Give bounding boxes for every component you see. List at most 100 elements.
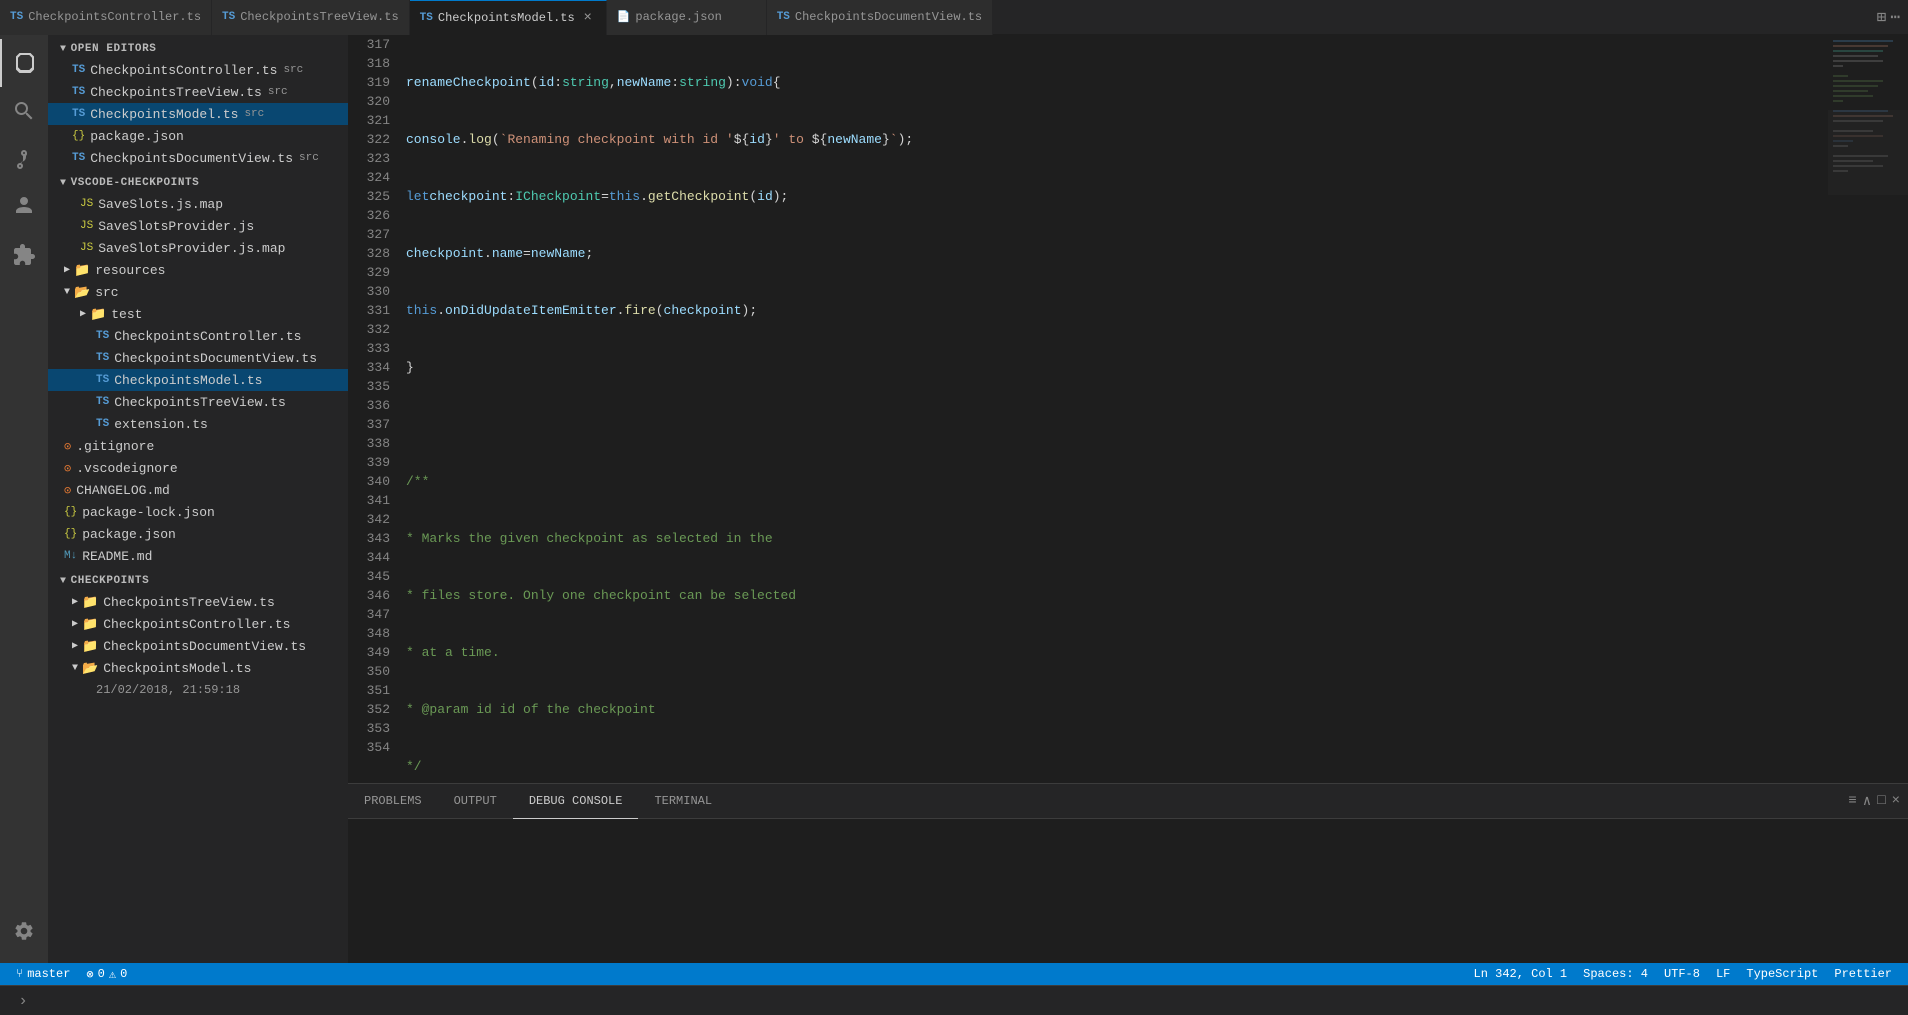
tab-checkpoints-controller[interactable]: TS CheckpointsController.ts [0, 0, 212, 35]
tab-checkpoints-document-view[interactable]: TS CheckpointsDocumentView.ts [767, 0, 993, 35]
activity-settings[interactable] [0, 907, 48, 955]
code-line-321: this.onDidUpdateItemEmitter.fire(checkpo… [406, 301, 1828, 320]
code-content[interactable]: renameCheckpoint(id: string, newName: st… [398, 35, 1828, 783]
sidebar-item-package-json-open[interactable]: {} package.json [48, 125, 348, 147]
sidebar-item-package-json[interactable]: {} package.json [48, 523, 348, 545]
sidebar-item-test[interactable]: ▶ 📁 test [48, 303, 348, 325]
bottom-nav: › [0, 985, 1908, 1015]
code-area[interactable]: 317 318 319 320 321 322 323 324 325 326 … [348, 35, 1908, 783]
checkpoint-controller-folder[interactable]: ▶ 📁 CheckpointsController.ts [48, 613, 348, 635]
ts-icon: TS [72, 86, 85, 98]
sidebar-item-resources[interactable]: ▶ 📁 resources [48, 259, 348, 281]
more-icon[interactable]: ⋯ [1890, 7, 1900, 27]
activity-search[interactable] [0, 87, 48, 135]
sidebar-item-package-lock[interactable]: {} package-lock.json [48, 501, 348, 523]
sidebar-item-saveslotsprovider-map[interactable]: JS SaveSlotsProvider.js.map [48, 237, 348, 259]
sidebar-item-checkpoints-tree-view-open[interactable]: TS CheckpointsTreeView.ts src [48, 81, 348, 103]
sidebar-item-saveslotsprovider[interactable]: JS SaveSlotsProvider.js [48, 215, 348, 237]
status-language[interactable]: TypeScript [1738, 967, 1826, 981]
sidebar-item-vscodeignore[interactable]: ⊙ .vscodeignore [48, 457, 348, 479]
ts-icon: TS [72, 64, 85, 76]
tab-checkpoints-tree-view[interactable]: TS CheckpointsTreeView.ts [212, 0, 410, 35]
tab-checkpoints-model[interactable]: TS CheckpointsModel.ts × [410, 0, 607, 35]
status-git-branch[interactable]: ⑂ master [8, 967, 78, 981]
code-line-323 [406, 415, 1828, 434]
bottom-nav-chevron[interactable]: › [8, 986, 38, 1015]
explorer-section: ▼ VSCODE-CHECKPOINTS JS SaveSlots.js.map… [48, 169, 348, 567]
checkpoint-document-view-folder[interactable]: ▶ 📁 CheckpointsDocumentView.ts [48, 635, 348, 657]
code-line-329: */ [406, 757, 1828, 776]
ts-icon: TS [72, 108, 85, 120]
item-label: package.json [90, 129, 184, 144]
status-line-ending[interactable]: LF [1708, 967, 1738, 981]
arrow-right-icon: ▶ [64, 264, 70, 276]
sidebar-item-checkpoints-document-view[interactable]: TS CheckpointsDocumentView.ts [48, 347, 348, 369]
sidebar-item-checkpoints-controller[interactable]: TS CheckpointsController.ts [48, 325, 348, 347]
activity-extensions[interactable] [0, 231, 48, 279]
sidebar-item-saveslots-map[interactable]: JS SaveSlots.js.map [48, 193, 348, 215]
maximize-icon[interactable]: □ [1877, 793, 1885, 809]
activity-git[interactable] [0, 135, 48, 183]
panel-tab-output[interactable]: OUTPUT [438, 784, 513, 819]
tab-close-icon[interactable]: × [580, 10, 596, 26]
item-label: CheckpointsTreeView.ts [90, 85, 262, 100]
folder-icon: 📁 [82, 639, 98, 654]
tab-actions: ⊞ ⋯ [1869, 7, 1908, 27]
vscode-icon: ⊙ [64, 461, 71, 476]
panel-tab-debug-console[interactable]: DEBUG CONSOLE [513, 784, 639, 819]
sidebar-item-extension[interactable]: TS extension.ts [48, 413, 348, 435]
warning-icon: ⚠ [109, 967, 116, 982]
panel-actions: ≡ ∧ □ × [1840, 793, 1908, 810]
arrow-right-icon: ▶ [80, 308, 86, 320]
ts-icon: TS [10, 11, 23, 23]
arrow-right-icon: ▶ [72, 618, 78, 630]
panel-content[interactable] [348, 819, 1908, 963]
sidebar-item-checkpoints-controller-open[interactable]: TS CheckpointsController.ts src [48, 59, 348, 81]
tab-label: CheckpointsTreeView.ts [240, 10, 398, 24]
sidebar-item-readme[interactable]: M↓ README.md [48, 545, 348, 567]
folder-icon: 📁 [82, 595, 98, 610]
panel-tab-problems[interactable]: PROBLEMS [348, 784, 438, 819]
activity-debug[interactable] [0, 183, 48, 231]
sidebar-item-checkpoints-model[interactable]: TS CheckpointsModel.ts [48, 369, 348, 391]
collapse-icon[interactable]: ∧ [1863, 793, 1871, 810]
status-encoding[interactable]: UTF-8 [1656, 967, 1708, 981]
sidebar-item-checkpoints-tree-view[interactable]: TS CheckpointsTreeView.ts [48, 391, 348, 413]
item-badge: src [268, 86, 288, 98]
sidebar-item-changelog[interactable]: ⊙ CHANGELOG.md [48, 479, 348, 501]
ts-icon: TS [96, 418, 109, 430]
folder-open-icon: 📂 [82, 661, 98, 676]
item-label: CheckpointsDocumentView.ts [90, 151, 293, 166]
ts-icon: TS [222, 11, 235, 23]
activity-files[interactable] [0, 39, 48, 87]
tab-label: CheckpointsDocumentView.ts [795, 10, 982, 24]
split-editor-icon[interactable]: ⊞ [1877, 7, 1887, 27]
sidebar-item-gitignore[interactable]: ⊙ .gitignore [48, 435, 348, 457]
checkpoint-date-item[interactable]: 21/02/2018, 21:59:18 [48, 679, 348, 701]
panel-tabs: PROBLEMS OUTPUT DEBUG CONSOLE TERMINAL ≡… [348, 784, 1908, 819]
tab-package-json[interactable]: 📄 package.json [607, 0, 767, 35]
git-icon: ⊙ [64, 439, 71, 454]
status-line-col[interactable]: Ln 342, Col 1 [1466, 967, 1576, 981]
status-errors[interactable]: ⊗ 0 ⚠ 0 [78, 967, 135, 982]
sidebar: ▼ OPEN EDITORS TS CheckpointsController.… [48, 35, 348, 963]
sidebar-item-checkpoints-document-view-open[interactable]: TS CheckpointsDocumentView.ts src [48, 147, 348, 169]
sidebar-item-checkpoints-model-open[interactable]: TS CheckpointsModel.ts src [48, 103, 348, 125]
status-formatter[interactable]: Prettier [1826, 967, 1900, 981]
sidebar-item-src[interactable]: ▼ 📂 src [48, 281, 348, 303]
explorer-title: ▼ VSCODE-CHECKPOINTS [48, 169, 348, 193]
list-icon[interactable]: ≡ [1848, 793, 1856, 809]
code-line-320: checkpoint.name = newName; [406, 244, 1828, 263]
folder-icon: 📁 [90, 307, 106, 322]
item-label: CheckpointsModel.ts [90, 107, 238, 122]
checkpoint-tree-view-folder[interactable]: ▶ 📁 CheckpointsTreeView.ts [48, 591, 348, 613]
code-line-322: } [406, 358, 1828, 377]
checkpoint-model-folder[interactable]: ▼ 📂 CheckpointsModel.ts [48, 657, 348, 679]
status-spaces[interactable]: Spaces: 4 [1575, 967, 1656, 981]
arrow-down-icon: ▼ [72, 663, 78, 674]
close-panel-icon[interactable]: × [1892, 793, 1900, 809]
panel-tab-terminal[interactable]: TERMINAL [638, 784, 728, 819]
activity-bottom [0, 907, 48, 963]
arrow-right-icon: ▶ [72, 640, 78, 652]
code-line-319: let checkpoint: ICheckpoint = this.getCh… [406, 187, 1828, 206]
